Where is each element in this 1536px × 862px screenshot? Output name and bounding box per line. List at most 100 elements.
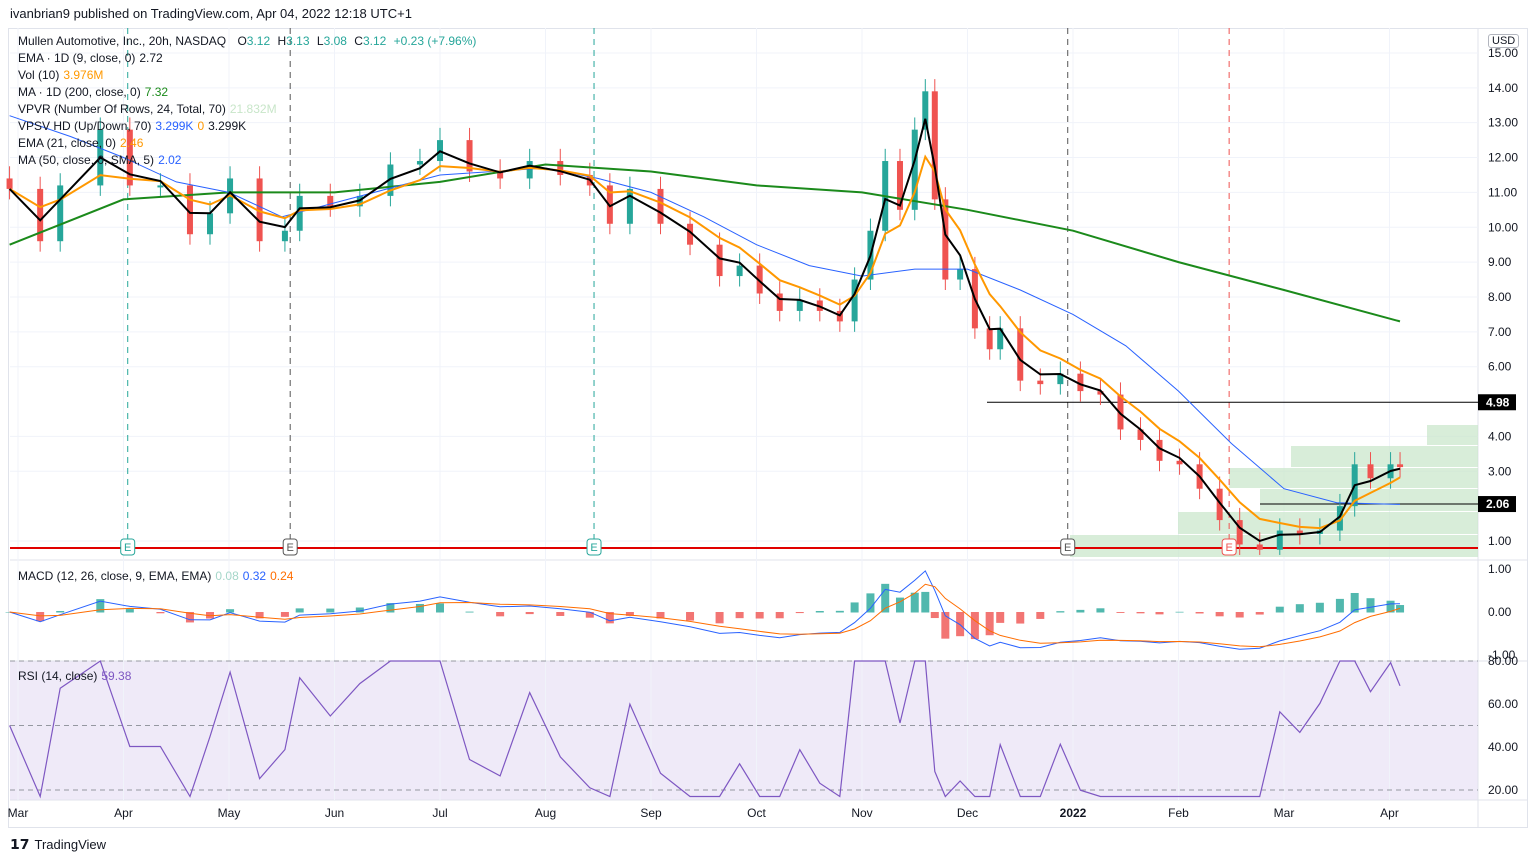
macd-histogram-bar — [1036, 612, 1045, 619]
tradingview-logo[interactable]: 𝟭𝟳 TradingView — [10, 836, 106, 853]
candle-body — [736, 265, 743, 277]
rsi-value: 59.38 — [101, 669, 132, 683]
candle-body — [716, 244, 723, 277]
volume-profile-bar — [1070, 535, 1478, 557]
candle-body — [6, 178, 13, 189]
ma200-line — [9, 163, 1401, 323]
vpsv-label: VPSV HD (Up/Down, 70) — [18, 119, 152, 133]
macd-histogram-bar — [436, 603, 444, 613]
low-value: 3.08 — [323, 34, 347, 48]
legend-symbol[interactable]: Mullen Automotive, Inc., 20h, NASDAQ O3.… — [18, 34, 476, 48]
macd-signal-line — [9, 583, 1401, 648]
macd-label: MACD (12, 26, close, 9, EMA, EMA) — [18, 569, 212, 583]
macd-histogram-bar — [735, 612, 744, 619]
ma50-value: 2.02 — [158, 153, 182, 167]
macd-histogram-bar — [1255, 612, 1264, 615]
change-value: +0.23 (+7.96%) — [393, 34, 477, 48]
macd-histogram-bar — [1076, 609, 1085, 613]
macd-histogram-bar — [1295, 604, 1304, 613]
rsi-label: RSI (14, close) — [18, 669, 98, 683]
ema9-label: EMA · 1D (9, close, 0) — [18, 51, 136, 65]
macd-histogram-bar — [525, 612, 534, 615]
candle-body — [1017, 328, 1024, 381]
candle-body — [1037, 380, 1044, 385]
candle-body — [796, 300, 803, 311]
macd-histogram-bar — [556, 612, 565, 616]
candle-body — [557, 161, 564, 175]
vpvr-value: 21.832M — [229, 102, 277, 116]
volume-profile-bar — [1178, 512, 1478, 534]
legend-vol[interactable]: Vol (10) 3.976M — [18, 68, 103, 82]
macd-histogram-bar — [956, 612, 965, 637]
vpsv-total: 3.299K — [208, 119, 247, 133]
macd-histogram-bar — [715, 612, 724, 624]
candle-body — [416, 161, 423, 165]
macd-histogram-bar — [996, 612, 1005, 623]
price-label: 2.06 — [1486, 497, 1510, 511]
candle-body — [657, 188, 664, 224]
high-value: 3.13 — [286, 34, 310, 48]
macd-histogram-bar — [465, 611, 474, 613]
price-tick-label: 11.00 — [1488, 185, 1517, 199]
macd-histogram-bar — [1056, 611, 1065, 613]
volume-profile-bar — [1291, 446, 1478, 467]
rsi-tick-label: 60.00 — [1488, 697, 1518, 711]
legend-vpsv[interactable]: VPSV HD (Up/Down, 70) 3.299K 0 3.299K — [18, 119, 246, 133]
price-tick-label: 3.00 — [1488, 464, 1512, 478]
legend-vpvr[interactable]: VPVR (Number Of Rows, 24, Total, 70) 21.8… — [18, 102, 277, 116]
earnings-marker-label: E — [1225, 542, 1232, 554]
macd-histogram-bar — [496, 612, 505, 617]
macd-histogram-bar — [1136, 612, 1145, 614]
macd-histogram-bar — [775, 612, 784, 619]
macd-histogram-bar — [585, 612, 594, 618]
price-tick-label: 4.00 — [1488, 429, 1512, 443]
currency-button[interactable]: USD — [1488, 34, 1520, 48]
macd-histogram-bar — [1215, 612, 1224, 617]
macd-histogram-bar — [1016, 612, 1025, 624]
ema21-label: EMA (21, close, 0) — [18, 136, 117, 150]
x-tick-label: Aug — [535, 806, 556, 820]
price-tick-label: 10.00 — [1488, 220, 1518, 234]
low-label: L — [316, 34, 324, 48]
price-label: 4.98 — [1486, 395, 1510, 409]
legend-macd[interactable]: MACD (12, 26, close, 9, EMA, EMA) 0.08 0.3… — [18, 569, 293, 583]
candle-body — [57, 185, 64, 242]
rsi-tick-label: 80.00 — [1488, 654, 1518, 668]
earnings-marker-label: E — [124, 542, 131, 554]
x-tick-label: Sep — [640, 806, 662, 820]
legend-rsi[interactable]: RSI (14, close) 59.38 — [18, 669, 131, 683]
open-value: 3.12 — [246, 34, 271, 48]
legend-ema21[interactable]: EMA (21, close, 0) 2.46 — [18, 136, 143, 150]
macd-histogram-bar — [835, 610, 844, 613]
legend-ema9[interactable]: EMA · 1D (9, close, 0) 2.72 — [18, 51, 163, 65]
x-tick-label: Jul — [432, 806, 447, 820]
candle-body — [626, 188, 633, 224]
macd-histogram-bar — [795, 612, 804, 614]
rsi-tick-label: 40.00 — [1488, 740, 1518, 754]
candle-body — [281, 230, 288, 242]
macd-histogram-bar — [156, 612, 165, 614]
ma50-line — [9, 115, 1401, 505]
macd-histogram-bar — [326, 608, 335, 613]
macd-histogram-bar — [970, 612, 979, 640]
legend-ma200[interactable]: MA · 1D (200, close, 0) 7.32 — [18, 85, 168, 99]
macd-value: 0.32 — [242, 569, 267, 583]
candle-body — [1397, 464, 1404, 468]
close-label: C — [354, 34, 363, 48]
x-tick-label: Nov — [851, 806, 872, 820]
macd-histogram-bar — [1195, 612, 1204, 614]
x-tick-label: May — [218, 806, 241, 820]
macd-histogram-bar — [36, 612, 45, 622]
macd-histogram-bar — [415, 603, 424, 613]
high-label: H — [277, 34, 287, 48]
candle-body — [1256, 544, 1263, 550]
macd-signal-value: 0.24 — [270, 569, 294, 583]
open-label: O — [237, 34, 247, 48]
macd-histogram-bar — [686, 612, 695, 621]
legend-ma50[interactable]: MA (50, close, 0, SMA, 5) 2.02 — [18, 153, 181, 167]
ma200-label: MA · 1D (200, close, 0) — [18, 85, 141, 99]
x-tick-label: Mar — [8, 806, 29, 820]
candle-body — [851, 279, 858, 322]
x-tick-label: 2022 — [1060, 806, 1087, 820]
price-tick-label: 7.00 — [1488, 325, 1512, 339]
